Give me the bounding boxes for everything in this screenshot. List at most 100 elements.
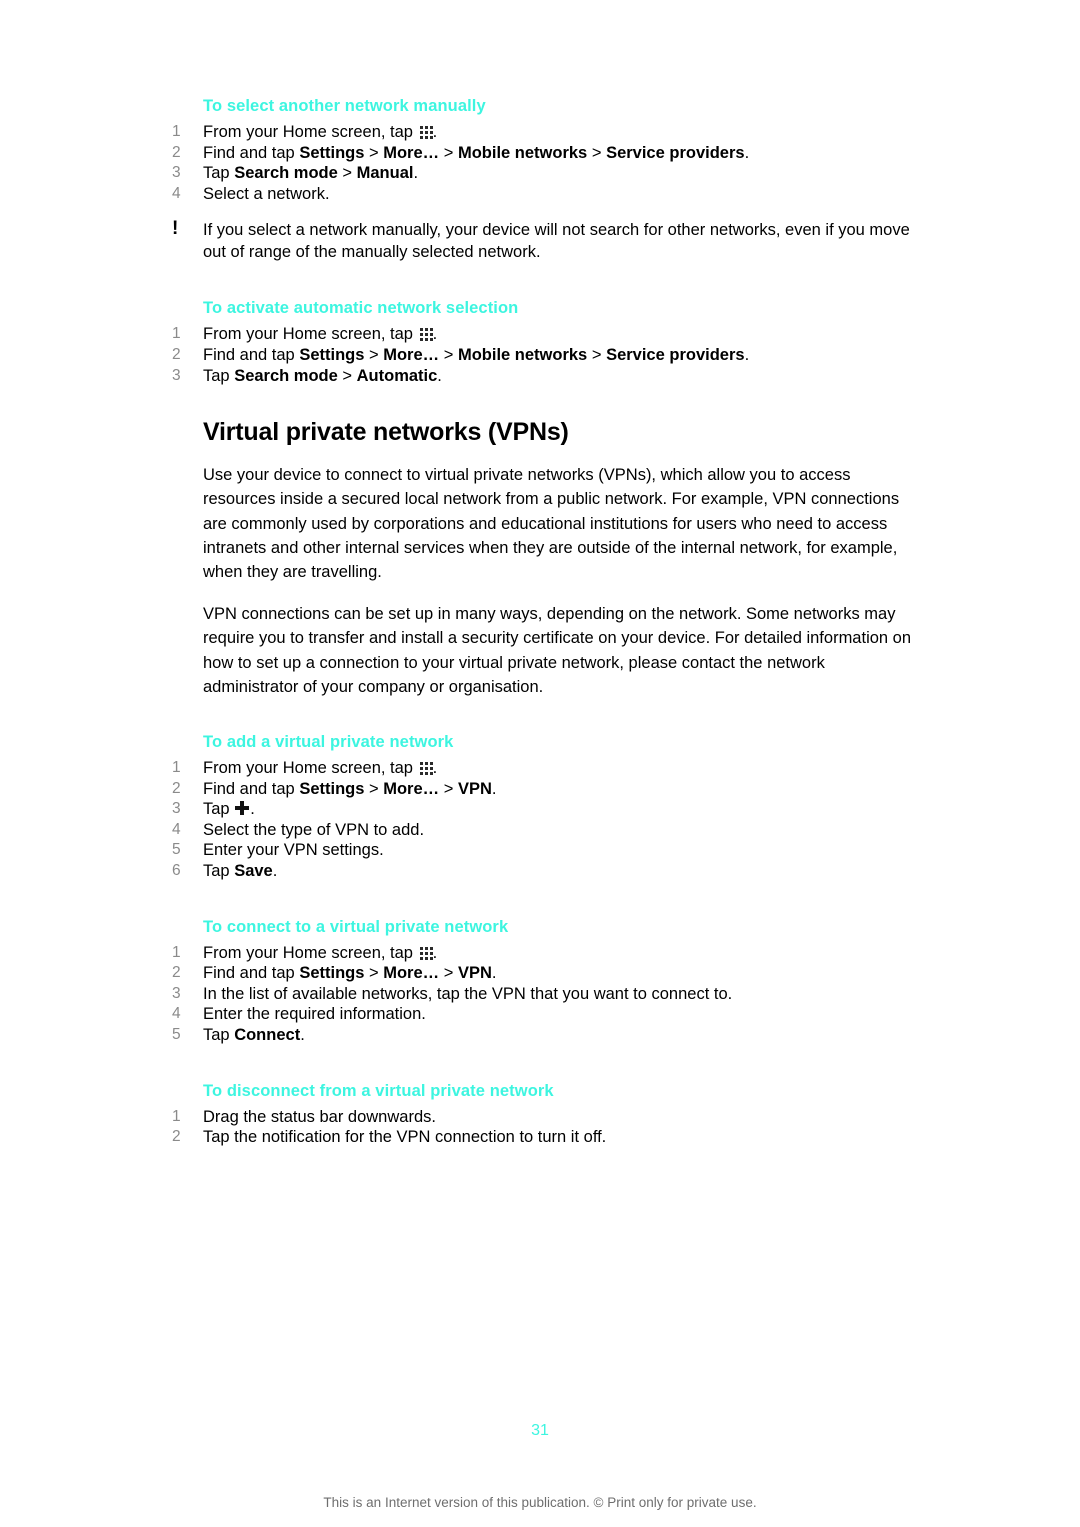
step-text: Tap Connect. [203, 1025, 912, 1046]
ui-path-save: Save [234, 861, 273, 880]
path-separator: > [364, 345, 384, 364]
list-item: 3 In the list of available networks, tap… [172, 984, 912, 1005]
list-item: 6 Tap Save. [172, 861, 912, 882]
ui-path-settings: Settings [299, 345, 365, 364]
section-select-another-network-manually: To select another network manually 1 Fro… [172, 95, 912, 263]
ui-path-search-mode: Search mode [234, 366, 338, 385]
step-text-prefix: Tap [203, 366, 235, 385]
step-text: Tap Search mode > Automatic. [203, 366, 912, 387]
procedure-list: 1 From your Home screen, tap . 2 Find an… [172, 943, 912, 1046]
step-text-suffix: . [250, 800, 255, 819]
step-number: 4 [172, 820, 181, 838]
procedure-list: 1 From your Home screen, tap . 2 Find an… [172, 122, 912, 204]
section-heading: To select another network manually [203, 97, 486, 115]
ui-path-vpn: VPN [457, 779, 492, 798]
step-text: Find and tap Settings > More… > VPN. [203, 963, 912, 984]
app-drawer-icon [419, 126, 433, 139]
step-text: From your Home screen, tap . [203, 324, 912, 345]
step-text: From your Home screen, tap . [203, 758, 912, 779]
step-text: Enter the required information. [203, 1005, 426, 1024]
step-text: Tap the notification for the VPN connect… [203, 1128, 607, 1147]
step-number: 4 [172, 184, 181, 202]
step-text: From your Home screen, tap . [203, 943, 912, 964]
list-item: 1 From your Home screen, tap . [172, 324, 912, 345]
step-text: In the list of available networks, tap t… [203, 984, 733, 1003]
list-item: 2 Find and tap Settings > More… > Mobile… [172, 345, 912, 366]
step-text: Find and tap Settings > More… > Mobile n… [203, 345, 912, 366]
step-number: 1 [172, 758, 181, 776]
app-drawer-icon [419, 328, 433, 342]
step-number: 2 [172, 779, 181, 797]
ui-path-service-providers: Service providers [606, 345, 745, 364]
list-item: 3 Tap . [172, 799, 912, 820]
note-block: ! If you select a network manually, your… [172, 219, 912, 263]
step-text-prefix: From your Home screen, tap [203, 943, 418, 962]
step-number: 5 [172, 841, 181, 859]
step-number: 1 [172, 325, 181, 343]
page-content: To select another network manually 1 Fro… [172, 95, 912, 1148]
ui-path-automatic: Automatic [356, 366, 438, 385]
plus-icon [235, 801, 250, 816]
step-text-suffix: . [491, 779, 497, 798]
step-number: 1 [172, 1107, 181, 1125]
step-text-suffix: . [437, 366, 442, 385]
list-item: 4 Enter the required information. [172, 1004, 912, 1025]
list-item: 1 From your Home screen, tap . [172, 122, 912, 143]
step-number: 1 [172, 123, 181, 140]
list-item: 2 Find and tap Settings > More… > VPN. [172, 779, 912, 800]
path-separator: > [364, 964, 384, 983]
step-text: Tap Search mode > Manual. [203, 163, 912, 184]
step-text-prefix: Tap [203, 800, 235, 819]
path-separator: > [364, 143, 384, 162]
step-text: Find and tap Settings > More… > VPN. [203, 779, 912, 800]
path-separator: > [364, 779, 384, 798]
step-number: 3 [172, 366, 181, 384]
ui-path-connect: Connect [234, 1025, 301, 1044]
ui-path-settings: Settings [299, 143, 365, 162]
step-text-suffix: . [300, 1025, 305, 1044]
path-separator: > [439, 143, 458, 162]
step-text-prefix: Find and tap [203, 779, 300, 798]
page-number: 31 [531, 1422, 549, 1439]
document-page: To select another network manually 1 Fro… [0, 0, 1080, 1527]
list-item: 4 Select a network. [172, 184, 912, 205]
list-item: 2 Tap the notification for the VPN conne… [172, 1127, 912, 1148]
step-number: 6 [172, 861, 181, 879]
step-text-prefix: Tap [203, 861, 235, 880]
body-paragraph: Use your device to connect to virtual pr… [203, 466, 900, 581]
list-item: 4 Select the type of VPN to add. [172, 820, 912, 841]
ui-path-more: More… [383, 345, 440, 364]
step-text-prefix: Find and tap [203, 345, 300, 364]
list-item: 5 Enter your VPN settings. [172, 840, 912, 861]
ui-path-search-mode: Search mode [234, 164, 338, 183]
section-add-a-virtual-private-network: To add a virtual private network 1 From … [172, 731, 912, 882]
step-number: 1 [172, 943, 181, 961]
step-number: 4 [172, 1005, 181, 1023]
step-text-prefix: Find and tap [203, 964, 300, 983]
step-text-suffix: . [432, 943, 438, 962]
list-item: 3 Tap Search mode > Automatic. [172, 366, 912, 387]
section-connect-to-a-virtual-private-network: To connect to a virtual private network … [172, 916, 912, 1046]
path-separator: > [587, 345, 607, 364]
ui-path-more: More… [383, 779, 440, 798]
step-text-suffix: . [491, 964, 497, 983]
step-text-prefix: Tap [203, 164, 235, 183]
ui-path-manual: Manual [356, 164, 414, 183]
step-text-suffix: . [744, 345, 750, 364]
step-text: Select the type of VPN to add. [203, 820, 425, 839]
section-heading: To connect to a virtual private network [203, 917, 509, 936]
exclamation-icon: ! [172, 218, 179, 240]
step-text-prefix: From your Home screen, tap [203, 325, 418, 344]
footer-copyright-note: This is an Internet version of this publ… [323, 1495, 757, 1510]
step-number: 2 [172, 1128, 181, 1146]
step-text-suffix: . [432, 758, 438, 777]
path-separator: > [439, 779, 458, 798]
ui-path-mobile-networks: Mobile networks [457, 345, 588, 364]
list-item: 3 Tap Search mode > Manual. [172, 163, 912, 184]
step-text-suffix: . [272, 861, 278, 880]
step-text: Select a network. [203, 184, 330, 203]
step-number: 2 [172, 345, 181, 363]
